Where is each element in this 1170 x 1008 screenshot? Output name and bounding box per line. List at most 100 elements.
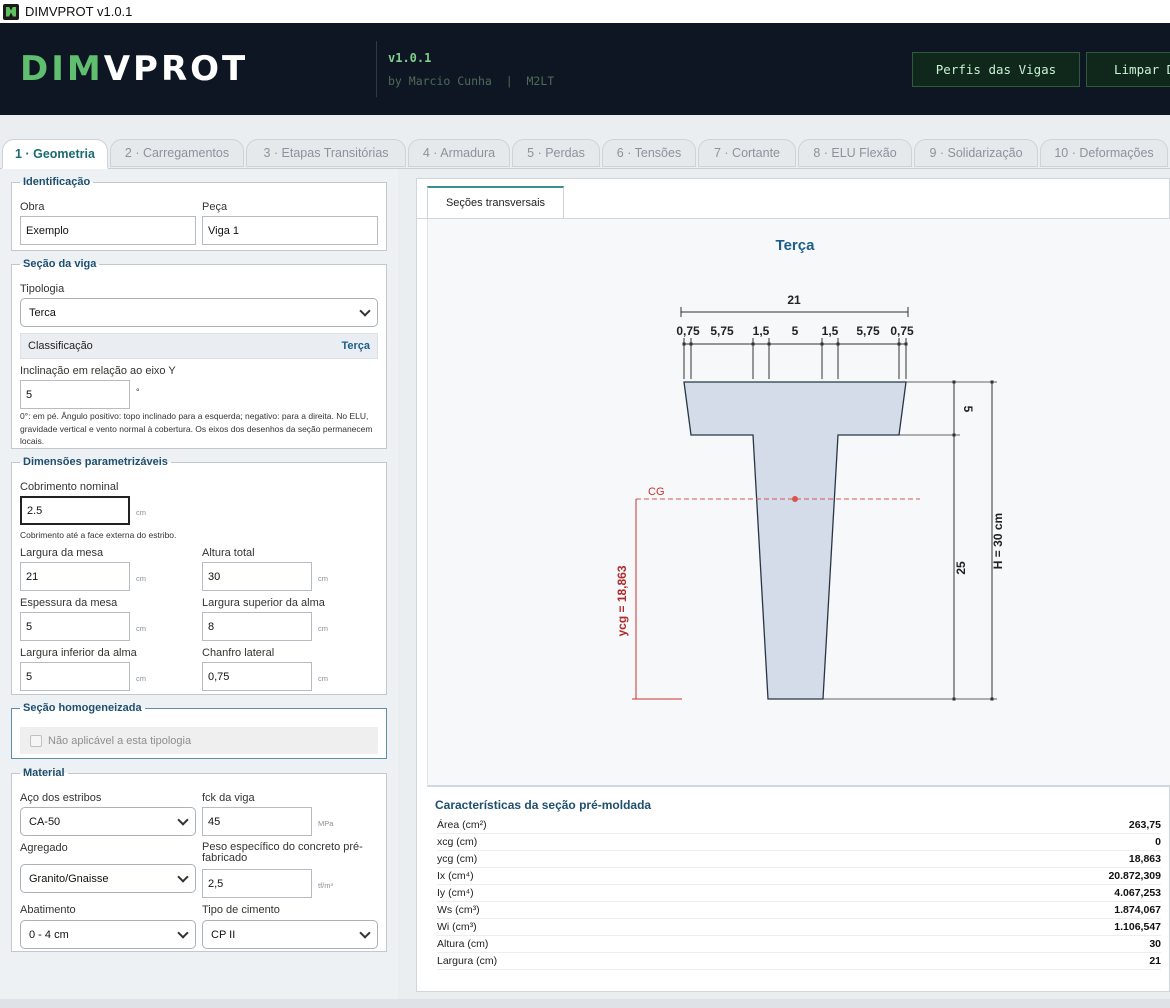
tab-carregamentos[interactable]: 2 · Carregamentos — [110, 139, 244, 167]
tab-solidarizacao[interactable]: 9 · Solidarização — [914, 139, 1038, 167]
obra-label: Obra — [20, 201, 45, 213]
homogeneizada-checkbox[interactable] — [30, 734, 42, 747]
dimensoes-group: Dimensões parametrizáveis Cobrimento nom… — [11, 456, 387, 695]
classificacao-bar: Classificação Terça — [20, 333, 378, 359]
dim-seg-label: 1,5 — [753, 324, 770, 338]
results-panel: Seções transversais Terça 21 0,75 5,75 1… — [416, 178, 1170, 992]
fck-input[interactable]: 45 — [202, 807, 312, 836]
window-titlebar: DIMVPROT v1.0.1 — [0, 0, 1170, 23]
dim-seg-label: 5,75 — [856, 324, 880, 338]
inclinacao-label: Inclinação em relação ao eixo Y — [20, 365, 176, 377]
tab-secoes-transversais[interactable]: Seções transversais — [427, 186, 564, 218]
secao-viga-legend: Seção da viga — [23, 258, 97, 270]
fck-unit: MPa — [318, 819, 334, 828]
table-row: Altura (cm) 30 — [437, 936, 1161, 953]
dimensoes-legend: Dimensões parametrizáveis — [23, 456, 168, 468]
drawing-title: Terça — [776, 237, 816, 254]
altura-total-label: Altura total — [202, 547, 255, 559]
peso-especifico-label: Peso específico do concreto pré-fabricad… — [202, 841, 363, 864]
tab-elu-flexao[interactable]: 8 · ELU Flexão — [798, 139, 912, 167]
table-row: Largura (cm) 21 — [437, 953, 1161, 970]
table-row: xcg (cm) 0 — [437, 834, 1161, 851]
fck-label: fck da viga — [202, 792, 255, 804]
material-group: Material Aço dos estribos CA-50 fck da v… — [11, 767, 387, 952]
table-row: Iy (cm⁴) 4.067,253 — [437, 885, 1161, 902]
largura-sup-alma-unit: cm — [318, 624, 328, 633]
largura-mesa-unit: cm — [136, 574, 146, 583]
altura-total-unit: cm — [318, 574, 328, 583]
dim-seg-label: 0,75 — [676, 324, 700, 338]
cobrimento-label: Cobrimento nominal — [20, 481, 119, 493]
limpar-button[interactable]: Limpar D — [1086, 52, 1170, 87]
section-drawing: Terça 21 0,75 5,75 1,5 5 1,5 5,75 0,75 5… — [427, 219, 1170, 787]
aco-select[interactable]: CA-50 — [20, 807, 196, 836]
cg-label: CG — [648, 486, 665, 498]
dim-seg-label: 1,5 — [822, 324, 839, 338]
caracteristicas-title: Características da seção pré-moldada — [435, 798, 652, 812]
homogeneizada-group: Seção homogeneizada Não aplicável a esta… — [11, 702, 387, 759]
chanfro-unit: cm — [318, 674, 328, 683]
dim-mesa-label: 5 — [961, 406, 975, 413]
tab-tensoes[interactable]: 6 · Tensões — [602, 139, 696, 167]
tab-cortante[interactable]: 7 · Cortante — [698, 139, 796, 167]
cimento-select[interactable]: CP II — [202, 920, 378, 949]
cobrimento-note: Cobrimento até a face externa do estribo… — [20, 530, 177, 540]
largura-inf-alma-input[interactable]: 5 — [20, 662, 130, 691]
main-tabs: 1 · Geometria 2 · Carregamentos 3 · Etap… — [0, 137, 1170, 169]
classificacao-value: Terça — [341, 340, 370, 352]
chevron-down-icon — [359, 305, 371, 317]
dim-total-label: 21 — [787, 293, 801, 307]
peso-especifico-input[interactable]: 2,5 — [202, 869, 312, 898]
chevron-down-icon — [177, 871, 189, 883]
agregado-select[interactable]: Granito/Gnaisse — [20, 864, 196, 893]
tab-deformacoes[interactable]: 10 · Deformações — [1040, 139, 1168, 167]
logo: DIMVPROT — [20, 49, 249, 89]
largura-inf-alma-label: Largura inferior da alma — [20, 647, 137, 659]
peso-especifico-unit: tf/m³ — [318, 881, 333, 890]
tipologia-label: Tipologia — [20, 283, 65, 295]
tipologia-select[interactable]: Terca — [20, 298, 378, 327]
abatimento-select[interactable]: 0 - 4 cm — [20, 920, 196, 949]
dim-seg-label: 5 — [792, 324, 799, 338]
material-legend: Material — [23, 767, 65, 779]
cobrimento-unit: cm — [136, 508, 146, 517]
obra-input[interactable]: Exemplo — [20, 216, 196, 245]
largura-mesa-input[interactable]: 21 — [20, 562, 130, 591]
inclinacao-input[interactable]: 5 — [20, 380, 130, 409]
aco-label: Aço dos estribos — [20, 792, 102, 804]
identificacao-group: Identificação Obra Exemplo Peça Viga 1 — [11, 176, 387, 251]
chanfro-input[interactable]: 0,75 — [202, 662, 312, 691]
window-title: DIMVPROT v1.0.1 — [25, 4, 133, 19]
inclinacao-note: 0°: em pé. Ângulo positivo: topo inclina… — [20, 411, 373, 446]
perfis-vigas-button[interactable]: Perfis das Vigas — [912, 52, 1080, 87]
chevron-down-icon — [177, 927, 189, 939]
tab-geometria[interactable]: 1 · Geometria — [2, 139, 108, 169]
chanfro-label: Chanfro lateral — [202, 647, 275, 659]
section-shape — [683, 381, 907, 700]
altura-total-input[interactable]: 30 — [202, 562, 312, 591]
tab-perdas[interactable]: 5 · Perdas — [512, 139, 600, 167]
dim-seg-label: 0,75 — [890, 324, 914, 338]
version-label: v1.0.1 — [388, 51, 432, 65]
input-panel: Identificação Obra Exemplo Peça Viga 1 S… — [0, 169, 398, 1008]
cimento-label: Tipo de cimento — [202, 904, 280, 916]
tab-armadura[interactable]: 4 · Armadura — [408, 139, 510, 167]
homogeneizada-checkbox-label: Não aplicável a esta tipologia — [48, 734, 192, 747]
espessura-mesa-input[interactable]: 5 — [20, 612, 130, 641]
largura-mesa-label: Largura da mesa — [20, 547, 104, 559]
espessura-mesa-unit: cm — [136, 624, 146, 633]
secao-viga-group: Seção da viga Tipologia Terca Classifica… — [11, 258, 387, 449]
tab-etapas-transitorias[interactable]: 3 · Etapas Transitórias — [246, 139, 406, 167]
largura-sup-alma-input[interactable]: 8 — [202, 612, 312, 641]
table-row: Wi (cm³) 1.106,547 — [437, 919, 1161, 936]
peca-label: Peça — [202, 201, 228, 213]
table-row: Ws (cm³) 1.874,067 — [437, 902, 1161, 919]
chevron-down-icon — [359, 927, 371, 939]
inclinacao-unit: ° — [136, 387, 140, 397]
cobrimento-input[interactable]: 2.5 — [20, 496, 130, 525]
peca-input[interactable]: Viga 1 — [202, 216, 378, 245]
cg-point — [792, 496, 798, 502]
bottom-strip — [0, 999, 1170, 1008]
dim-h-label: H = 30 cm — [991, 513, 1005, 569]
app-header: DIMVPROT v1.0.1 by Marcio Cunha | M2LT P… — [0, 23, 1170, 115]
